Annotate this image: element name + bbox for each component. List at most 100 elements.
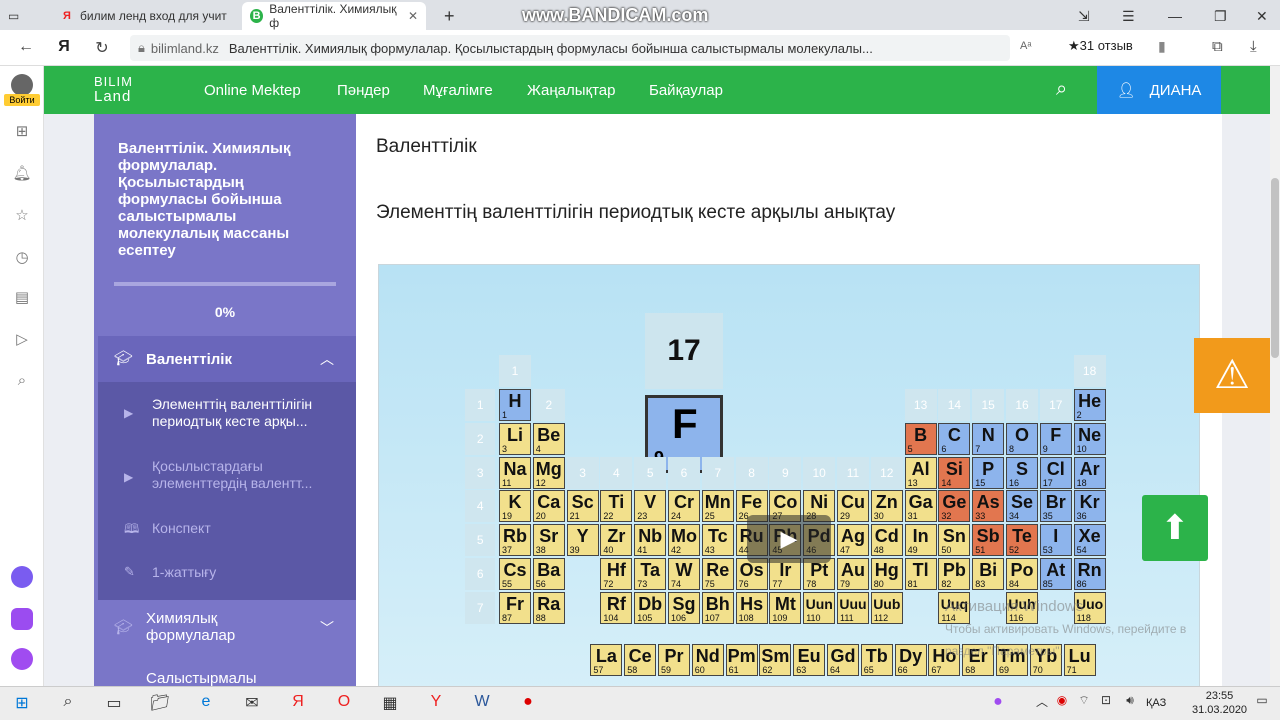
lesson-item[interactable]: ▶ Қосылыстардағы элементтердің валентт..…	[98, 446, 356, 510]
exercise-item[interactable]: ✎ 1-жаттығу	[98, 558, 356, 586]
conspect-item[interactable]: 🕮 Конспект	[98, 514, 356, 542]
back-icon[interactable]: ←	[16, 38, 36, 56]
close-window-icon[interactable]: ✕	[1248, 2, 1276, 30]
avatar[interactable]	[11, 74, 33, 96]
section-chemical-formulas[interactable]: 🎓︎ Химиялық формулалар ﹀	[98, 600, 356, 656]
mail-icon[interactable]: ✉	[240, 693, 264, 715]
login-button[interactable]: Войти	[4, 94, 40, 106]
logo-line1: BILIM	[94, 74, 133, 89]
element-cell-au: Au 79	[837, 558, 869, 590]
bookmark-icon[interactable]: ▮	[1158, 38, 1166, 55]
search-icon[interactable]: ⌕	[1056, 78, 1067, 101]
alice-icon[interactable]: ●	[986, 693, 1010, 715]
element-cell-fr: Fr 87	[499, 591, 531, 624]
yandex-home-icon[interactable]: Я	[54, 38, 74, 56]
yandex-icon[interactable]: Я	[286, 693, 310, 715]
tab-overview-button[interactable]: ▭	[0, 2, 44, 30]
language-indicator[interactable]: ҚАЗ	[1146, 697, 1166, 709]
chevron-down-icon[interactable]: ﹀	[320, 618, 334, 638]
element-cell-he: He 2	[1073, 389, 1106, 421]
group-label: 7	[701, 456, 734, 489]
scroll-up-button[interactable]: ⬆	[1142, 495, 1208, 561]
section-relative[interactable]: Салыстырмалы	[98, 666, 356, 686]
wifi-icon[interactable]: ⌔	[1072, 693, 1096, 715]
atomic-number: 110	[806, 612, 821, 623]
element-cell-sr: Sr 38	[532, 524, 565, 557]
element-cell-hg: Hg 80	[870, 558, 903, 590]
chevron-up-icon[interactable]: ︿	[320, 349, 334, 369]
collections-icon[interactable]: ▤	[12, 288, 32, 308]
task-view-icon[interactable]: ▭	[102, 693, 126, 715]
element-cell-uun: Uun 110	[803, 591, 836, 624]
element-cell-b: B5	[904, 422, 937, 455]
edge-icon[interactable]: e	[194, 693, 218, 715]
opera-icon[interactable]: O	[332, 693, 356, 715]
atomic-number: 85	[1042, 579, 1053, 589]
atomic-number: 18	[1076, 477, 1087, 488]
messenger-icon[interactable]	[11, 608, 33, 630]
browser-tab-2[interactable]: B Валенттілік. Химиялық ф ✕	[242, 2, 426, 30]
explorer-icon[interactable]: 📁︎	[148, 693, 172, 715]
bell-icon[interactable]: 🔔︎	[12, 164, 32, 184]
atomic-number: 34	[1009, 511, 1020, 522]
history-icon[interactable]: ◷	[12, 248, 32, 268]
nav-for-teacher[interactable]: Мұғалімге	[423, 82, 493, 99]
section-valence[interactable]: 🎓︎ Валенттілік ︿	[98, 336, 356, 382]
element-cell-dy: Dy 66	[894, 643, 927, 676]
maximize-icon[interactable]: ❐	[1206, 2, 1235, 30]
search-icon[interactable]: ⌕	[12, 372, 32, 392]
word-icon[interactable]: W	[470, 693, 494, 715]
collections-icon[interactable]: ⧉	[1212, 38, 1223, 55]
nav-contests[interactable]: Байқаулар	[649, 82, 723, 99]
element-symbol: F	[672, 400, 698, 447]
close-tab-icon[interactable]: ✕	[408, 9, 418, 23]
element-cell-gd: Gd 64	[827, 643, 859, 676]
reload-icon[interactable]: ↻	[92, 38, 112, 58]
store-icon[interactable]: ▦	[378, 693, 402, 715]
user-menu-button[interactable]: 👤︎ ДИАНА	[1097, 66, 1221, 114]
atomic-number: 49	[907, 545, 918, 556]
atomic-number: 79	[840, 579, 851, 589]
menu-icon[interactable]: ☰	[1114, 2, 1143, 30]
apps-icon[interactable]: ⊞	[12, 122, 32, 142]
reviews-badge[interactable]: ★31 отзыв	[1068, 38, 1133, 54]
period-label: 6	[465, 558, 496, 590]
network-icon[interactable]: ⊡	[1094, 693, 1118, 715]
search-icon[interactable]: ⌕	[56, 693, 80, 715]
bookmark-manager-icon[interactable]: ⇲	[1070, 2, 1098, 30]
atomic-number: 58	[627, 664, 638, 675]
clock[interactable]: 23:55 31.03.2020	[1192, 689, 1247, 717]
atomic-number: 38	[535, 545, 546, 556]
record-tray-icon[interactable]: ◉	[1050, 693, 1074, 715]
warning-icon[interactable]: ⚠	[1194, 338, 1270, 413]
new-tab-button[interactable]: +	[436, 2, 464, 30]
yandex-browser-icon[interactable]: Y	[424, 693, 448, 715]
notifications-icon[interactable]: ▭	[1250, 693, 1274, 715]
bandicam-icon[interactable]: ●	[516, 693, 540, 715]
browser-tab-1[interactable]: Я билим ленд вход для учит	[52, 2, 236, 30]
alice-app-icon[interactable]	[11, 648, 33, 670]
alice-icon[interactable]	[11, 566, 33, 588]
url-field[interactable]: 🔒︎ bilimland.kz Валенттілік. Химиялық фо…	[130, 35, 1010, 61]
element-cell-rn: Rn 86	[1073, 558, 1106, 590]
play-icon[interactable]: ▷	[12, 330, 32, 350]
play-icon: ▶	[124, 470, 134, 484]
nav-subjects[interactable]: Пәндер	[337, 82, 390, 99]
element-cell-pr: Pr 59	[658, 643, 690, 676]
page-scrollbar[interactable]	[1270, 66, 1280, 686]
star-icon[interactable]: ☆	[12, 206, 32, 226]
browser-left-sidebar: Войти ⊞ 🔔︎ ☆ ◷ ▤ ▷ ⌕	[0, 66, 44, 686]
lesson-item-active[interactable]: ▶ Элементтің валенттілігін периодтық кес…	[98, 382, 356, 446]
windows-start-icon[interactable]: ⊞	[10, 693, 34, 715]
play-button[interactable]: ▶	[747, 515, 831, 563]
group-label: 10	[803, 456, 836, 489]
element-cell-be: Be 4	[532, 422, 565, 455]
bilimland-logo[interactable]: BILIM Land	[94, 74, 133, 104]
nav-online-mektep[interactable]: Online Mektep	[204, 82, 301, 99]
nav-news[interactable]: Жаңалықтар	[527, 82, 615, 99]
translate-icon[interactable]: Aᵃ	[1020, 40, 1031, 52]
volume-icon[interactable]: 🔊︎	[1118, 693, 1142, 715]
download-icon[interactable]: ⤓	[1250, 38, 1257, 55]
scrollbar-thumb[interactable]	[1271, 178, 1279, 358]
minimize-icon[interactable]: —	[1160, 2, 1190, 30]
